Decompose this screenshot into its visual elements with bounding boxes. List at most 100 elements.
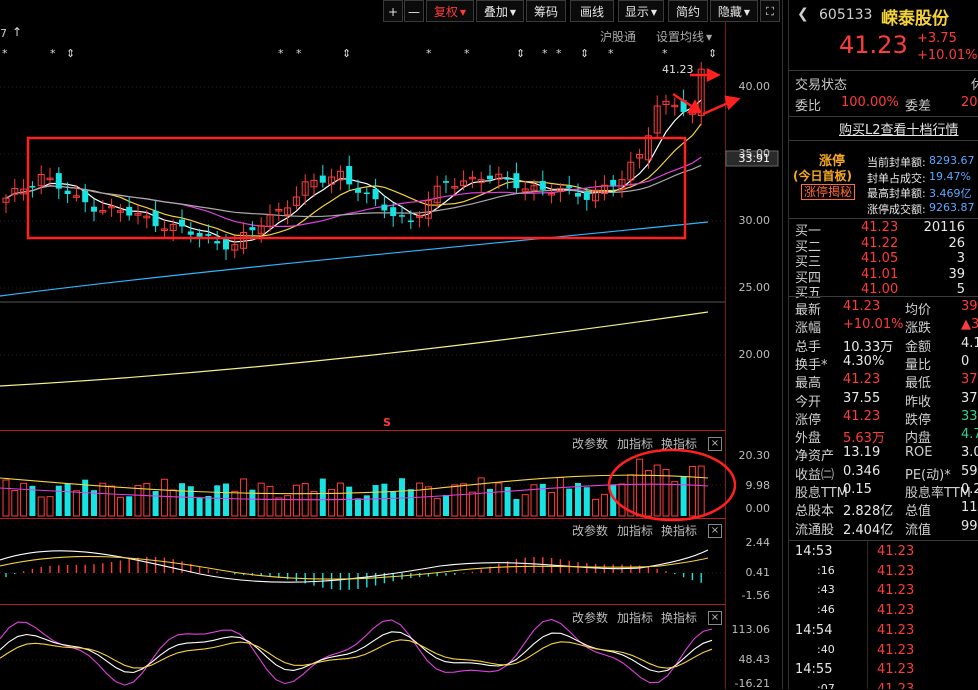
stat-value: 41.23	[843, 372, 881, 388]
candle-body-down	[539, 181, 546, 190]
kline-chart[interactable]: * * ⇕ * * ⇕ * * ⇕ * * ⇕ * * ⇕	[0, 0, 788, 689]
l2-link[interactable]: 购买L2查看十档行情	[839, 119, 959, 138]
bid-price: 41.23	[861, 220, 899, 235]
kdj-j-line	[0, 618, 713, 686]
stat-value: 0	[961, 353, 970, 369]
stat-value: 3.0	[961, 445, 978, 461]
stat-label: 金额	[905, 339, 932, 355]
volume-bar	[310, 491, 318, 517]
seal-label: 封单占成交:	[867, 171, 926, 185]
bid-price: 41.00	[861, 282, 899, 297]
volume-bar	[697, 465, 705, 517]
tick-price: 41.23	[877, 662, 915, 678]
candle-body-down	[583, 192, 590, 200]
tick-price: 41.23	[877, 682, 914, 689]
macd-switch-indicator-button[interactable]: 换指标	[661, 522, 697, 539]
volume-bar	[196, 497, 203, 516]
candle-body-down	[214, 241, 221, 244]
stat-label: 跌停	[905, 412, 932, 428]
kdj-switch-indicator-button[interactable]: 换指标	[661, 609, 697, 626]
event-marker: *	[296, 47, 302, 60]
volume-bar	[11, 489, 19, 517]
macd-add-indicator-button[interactable]: 加指标	[617, 522, 653, 539]
volume-bar	[116, 496, 124, 517]
kdj-add-indicator-button[interactable]: 加指标	[617, 609, 653, 626]
tick-price: 41.23	[877, 603, 915, 619]
price-axis-label: 40.00	[738, 80, 771, 93]
bid-price: 41.05	[861, 251, 899, 266]
kdj-axis-label: -16.21	[734, 677, 770, 690]
volume-bar	[688, 465, 696, 517]
kdj-close-icon[interactable]: ×	[708, 611, 722, 625]
moving-average-lines	[0, 99, 709, 387]
vol-switch-indicator-button[interactable]: 换指标	[661, 435, 697, 452]
candle-body-down	[566, 186, 573, 188]
volume-bar	[460, 483, 468, 517]
candle-body-down	[249, 227, 256, 231]
volume-bar	[46, 496, 54, 517]
kdj-panel	[0, 618, 713, 686]
stat-value: 37.55	[843, 390, 881, 406]
tick-time: :43	[817, 583, 835, 597]
event-marker: *	[426, 47, 432, 60]
volume-bar	[126, 496, 133, 516]
candle-body-down	[319, 175, 326, 183]
candle-body-down	[55, 173, 62, 189]
stat-label: 昨收	[905, 394, 932, 410]
volume-bar	[205, 495, 212, 516]
limit-reveal-button[interactable]: 涨停揭秘	[801, 184, 856, 200]
price-axis-label: 30.00	[738, 214, 771, 227]
bid-volume: 39	[948, 266, 965, 282]
stat-label: PE(动)*	[905, 467, 951, 483]
macd-close-icon[interactable]: ×	[708, 524, 722, 538]
candle-body-down	[29, 186, 36, 188]
volume-axis-label: 20.30	[738, 449, 771, 462]
status-value: 休	[971, 74, 978, 93]
volume-bar	[424, 486, 432, 517]
candle-body-down	[223, 239, 229, 250]
stat-label: ROE	[905, 445, 933, 461]
vol-params-button[interactable]: 改参数	[572, 435, 608, 452]
volume-bar	[416, 482, 424, 517]
stat-value: 41.23	[843, 299, 881, 314]
event-marker: ⇕	[580, 47, 589, 60]
macd-params-button[interactable]: 改参数	[572, 522, 608, 539]
volume-bar	[662, 468, 670, 517]
current-price-tag: 33.91	[738, 152, 771, 165]
volume-bar	[468, 491, 476, 517]
price-change-pct: +10.01%	[917, 48, 978, 63]
stat-value: 2.828亿	[843, 504, 894, 520]
vol-close-icon[interactable]: ×	[708, 437, 722, 451]
volume-bar	[292, 484, 300, 517]
candle-body-down	[381, 204, 388, 211]
volume-bar	[644, 469, 652, 517]
candle-body-down	[91, 206, 97, 212]
tick-time: :16	[817, 563, 835, 577]
seal-value: 9263.87	[929, 200, 975, 214]
tick-time: :40	[817, 642, 835, 656]
candle-body-down	[407, 220, 414, 222]
stat-label: 净资产	[795, 449, 835, 465]
ma-line	[0, 221, 709, 297]
candlesticks	[2, 62, 705, 261]
last-price: 41.23	[839, 31, 908, 59]
tick-time: 14:55	[795, 662, 833, 678]
volume-bar	[521, 494, 529, 517]
back-chevron-icon[interactable]: ❮	[797, 6, 809, 22]
event-marker: *	[2, 47, 8, 60]
volume-bar	[275, 497, 283, 517]
candle-body-down	[372, 188, 379, 200]
vol-add-indicator-button[interactable]: 加指标	[617, 435, 653, 452]
candle-body-down	[179, 219, 185, 227]
stat-label: 涨停	[795, 412, 822, 428]
candle-body-down	[575, 193, 581, 197]
volume-bar	[55, 485, 62, 516]
volume-bar	[266, 485, 274, 517]
event-marker: ⇕	[516, 47, 525, 60]
stat-value: 4.30%	[843, 353, 885, 369]
volume-bar	[319, 478, 326, 516]
kdj-params-button[interactable]: 改参数	[572, 609, 608, 626]
candle-body-down	[205, 234, 212, 236]
tick-price: 41.23	[877, 622, 915, 638]
tick-time: 14:54	[795, 622, 833, 638]
